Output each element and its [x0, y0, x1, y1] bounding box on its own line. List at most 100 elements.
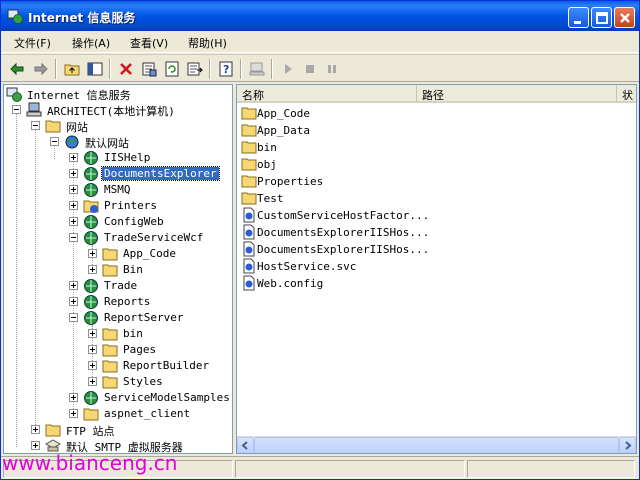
toolbar-separator [209, 59, 211, 79]
expand-toggle[interactable] [69, 409, 78, 418]
expand-toggle[interactable] [88, 329, 97, 338]
stop-button[interactable] [300, 59, 320, 79]
column-header-name[interactable]: 名称 [237, 85, 417, 103]
export-list-icon [187, 62, 203, 76]
collapse-toggle[interactable] [31, 121, 40, 130]
expand-toggle[interactable] [69, 185, 78, 194]
file-icon [243, 275, 255, 291]
web-app-icon [84, 231, 98, 245]
maximize-button[interactable] [591, 7, 612, 28]
list-item-label: DocumentsExplorerIISHos... [257, 226, 430, 239]
start-button[interactable] [278, 59, 298, 79]
tree-item-label: aspnet_client [104, 407, 191, 420]
tree-item-label: Pages [123, 343, 157, 356]
menu-action[interactable]: 操作(A) [72, 35, 110, 51]
export-list-button[interactable] [185, 59, 205, 79]
expand-toggle[interactable] [88, 249, 97, 258]
minimize-button[interactable] [568, 7, 589, 28]
window-title: Internet 信息服务 [28, 11, 136, 25]
iis-app-icon [7, 9, 23, 24]
tree-item-label: Trade [104, 279, 138, 292]
watermark-text: www.bianceng.cn [2, 451, 178, 475]
expand-toggle[interactable] [69, 393, 78, 402]
tree-item-label: Printers [104, 199, 157, 212]
toolbar-separator [109, 59, 111, 79]
folder-icon [241, 192, 257, 205]
tree-item-label: ServiceModelSamples [104, 391, 230, 404]
list-item-label: App_Data [257, 124, 310, 137]
tree-item-label: 网站 [66, 121, 88, 134]
folder-icon [102, 360, 118, 373]
forward-button[interactable] [31, 59, 51, 79]
expand-toggle[interactable] [31, 441, 40, 450]
expand-toggle[interactable] [69, 169, 78, 178]
toolbar-separator [55, 59, 57, 79]
expand-toggle[interactable] [69, 201, 78, 210]
menu-help[interactable]: 帮助(H) [188, 35, 227, 51]
expand-toggle[interactable] [69, 217, 78, 226]
tree-item-label: TradeServiceWcf [104, 231, 204, 244]
pause-button[interactable] [322, 59, 342, 79]
expand-toggle[interactable] [88, 377, 97, 386]
properties-icon [142, 62, 157, 77]
folder-icon [102, 328, 118, 341]
list-item-label: Properties [257, 175, 324, 188]
forward-arrow-icon [34, 62, 48, 76]
show-tree-button[interactable] [85, 59, 105, 79]
list-item-label: bin [257, 141, 277, 154]
file-icon [243, 224, 255, 240]
website-globe-icon [65, 135, 79, 149]
menu-file[interactable]: 文件(F) [14, 35, 51, 51]
title-bar[interactable]: Internet 信息服务 [1, 1, 639, 31]
scroll-right-button[interactable] [619, 437, 636, 453]
collapse-toggle[interactable] [50, 137, 59, 146]
expand-toggle[interactable] [88, 265, 97, 274]
collapse-toggle[interactable] [12, 105, 21, 114]
close-button[interactable] [614, 7, 635, 28]
properties-button[interactable] [139, 59, 159, 79]
expand-toggle[interactable] [69, 153, 78, 162]
tree-pane[interactable]: Internet 信息服务 ARCHITECT(本地计算机) 网站 默认网站 I… [3, 84, 233, 454]
up-level-button[interactable] [62, 59, 82, 79]
tree-connector [35, 127, 36, 431]
pause-icon [328, 65, 336, 73]
tree-item-label: App_Code [123, 247, 176, 260]
file-icon [243, 258, 255, 274]
web-app-icon [84, 279, 98, 293]
tree-item-label: Reports [104, 295, 151, 308]
folder-icon [102, 376, 118, 389]
expand-toggle[interactable] [69, 297, 78, 306]
expand-toggle[interactable] [88, 361, 97, 370]
help-button[interactable]: ? [216, 59, 236, 79]
status-cell [467, 460, 635, 478]
menu-view[interactable]: 查看(V) [130, 35, 168, 51]
expand-toggle[interactable] [31, 425, 40, 434]
tree-item-label: ARCHITECT(本地计算机) [47, 105, 175, 118]
expand-toggle[interactable] [69, 281, 78, 290]
expand-toggle[interactable] [88, 345, 97, 354]
arrow-left-icon [241, 441, 248, 450]
refresh-button[interactable] [162, 59, 182, 79]
scroll-thumb[interactable] [254, 437, 619, 453]
toolbar-separator [240, 59, 242, 79]
horizontal-scrollbar[interactable] [237, 436, 636, 453]
back-button[interactable] [7, 59, 27, 79]
menu-bar: 文件(F) 操作(A) 查看(V) 帮助(H) [1, 31, 639, 53]
content-list-pane[interactable]: 名称 路径 状 App_Code App_Data bin obj Proper… [236, 84, 637, 454]
folder-icon [45, 424, 61, 437]
column-header-status[interactable]: 状 [617, 85, 636, 103]
collapse-toggle[interactable] [69, 313, 78, 322]
connect-button[interactable] [247, 59, 267, 79]
computer-icon [249, 62, 265, 76]
folder-icon [241, 107, 257, 120]
column-header-path[interactable]: 路径 [417, 85, 617, 103]
folder-icon [102, 248, 118, 261]
web-app-icon [84, 183, 98, 197]
scroll-left-button[interactable] [237, 437, 254, 453]
folder-icon [45, 120, 61, 133]
folder-icon [241, 124, 257, 137]
up-folder-icon [64, 64, 80, 76]
delete-button[interactable] [116, 59, 136, 79]
collapse-toggle[interactable] [69, 233, 78, 242]
web-app-icon [84, 151, 98, 165]
